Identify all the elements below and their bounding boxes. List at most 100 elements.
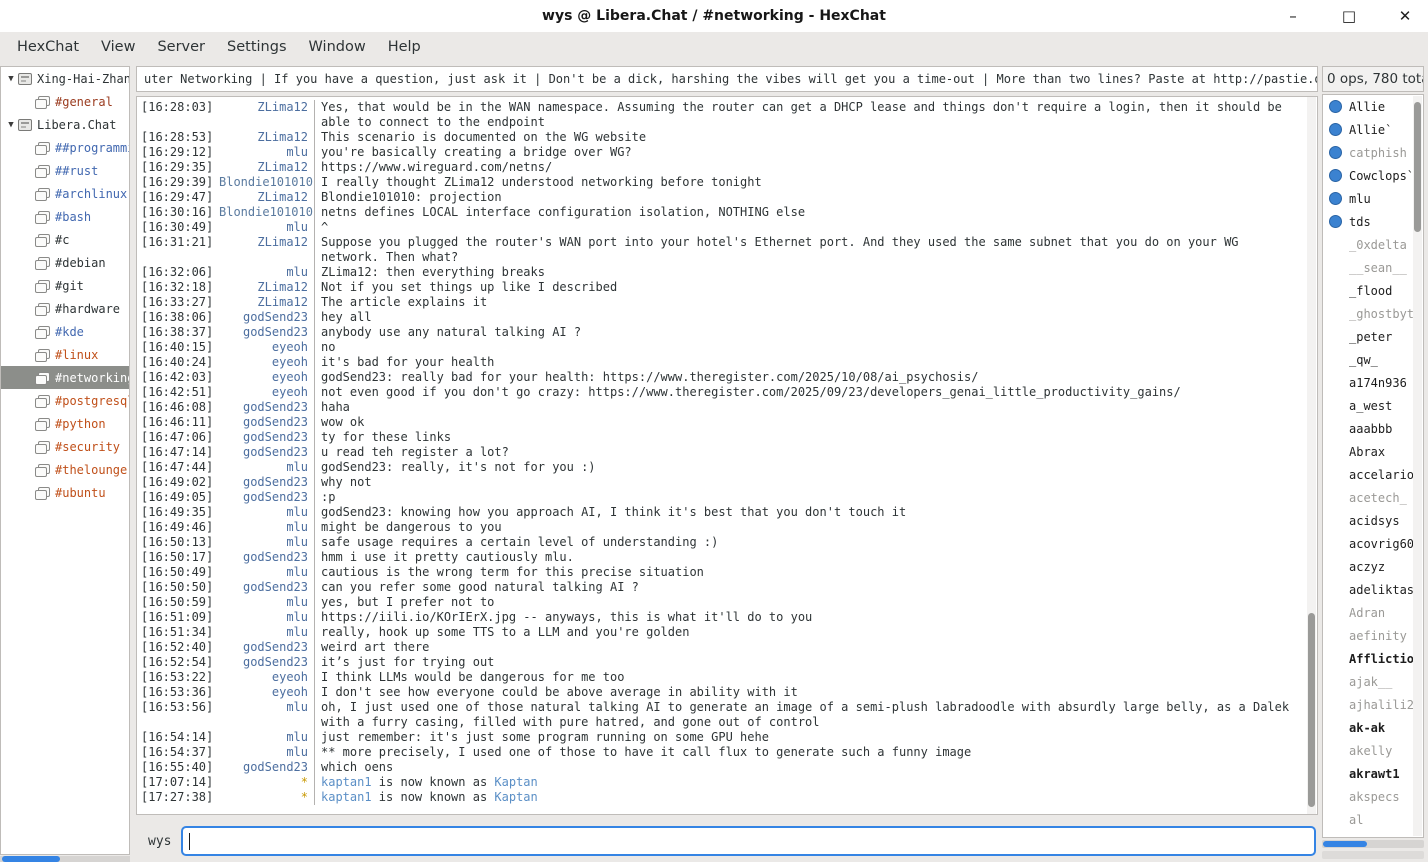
sidebar-item-thelounge[interactable]: #thelounge bbox=[1, 458, 129, 481]
sidebar-item-linux[interactable]: #linux bbox=[1, 343, 129, 366]
nick[interactable]: mlu bbox=[219, 700, 314, 715]
sidebar-item-debian[interactable]: #debian bbox=[1, 251, 129, 274]
nick-link[interactable]: kaptan1 bbox=[321, 790, 372, 804]
user-list-item[interactable]: Cowclops` bbox=[1323, 164, 1423, 187]
user-list-item[interactable]: aaabbb bbox=[1323, 417, 1423, 440]
topic-bar[interactable]: uter Networking | If you have a question… bbox=[136, 66, 1318, 92]
nick[interactable]: mlu bbox=[219, 730, 314, 745]
sidebar-item-kde[interactable]: #kde bbox=[1, 320, 129, 343]
user-list-item[interactable]: akrawt1 bbox=[1323, 762, 1423, 785]
nick[interactable]: ZLima12 bbox=[219, 235, 314, 250]
close-icon[interactable]: ✕ bbox=[1390, 3, 1420, 29]
expander-icon[interactable]: ▼ bbox=[4, 74, 18, 84]
nick[interactable]: godSend23 bbox=[219, 640, 314, 655]
sidebar-item-programming[interactable]: ##programming bbox=[1, 136, 129, 159]
sidebar-item-bash[interactable]: #bash bbox=[1, 205, 129, 228]
user-list-item[interactable]: Adran bbox=[1323, 601, 1423, 624]
user-list-item[interactable]: akelly bbox=[1323, 739, 1423, 762]
nick[interactable]: godSend23 bbox=[219, 475, 314, 490]
nick[interactable]: mlu bbox=[219, 505, 314, 520]
menu-settings[interactable]: Settings bbox=[216, 35, 297, 59]
nick[interactable]: godSend23 bbox=[219, 445, 314, 460]
user-list-item[interactable]: _0xdelta bbox=[1323, 233, 1423, 256]
nick[interactable]: godSend23 bbox=[219, 655, 314, 670]
user-list-item[interactable]: __sean__ bbox=[1323, 256, 1423, 279]
user-list-item[interactable]: aefinity bbox=[1323, 624, 1423, 647]
user-list-item[interactable]: adeliktas bbox=[1323, 578, 1423, 601]
sidebar-item-ubuntu[interactable]: #ubuntu bbox=[1, 481, 129, 504]
user-list-item[interactable]: al bbox=[1323, 808, 1423, 831]
user-list-item[interactable]: _qw_ bbox=[1323, 348, 1423, 371]
nick[interactable]: mlu bbox=[219, 520, 314, 535]
user-list-item[interactable]: Allie bbox=[1323, 95, 1423, 118]
user-list-item[interactable]: akspecs bbox=[1323, 785, 1423, 808]
menu-window[interactable]: Window bbox=[298, 35, 377, 59]
title-bar[interactable]: wys @ Libera.Chat / #networking - HexCha… bbox=[0, 0, 1428, 32]
nick[interactable]: godSend23 bbox=[219, 415, 314, 430]
user-list-item[interactable]: _flood bbox=[1323, 279, 1423, 302]
nick[interactable]: * bbox=[219, 790, 314, 805]
nick[interactable]: ZLima12 bbox=[219, 280, 314, 295]
nick[interactable]: eyeoh bbox=[219, 355, 314, 370]
sidebar-hscroll-thumb[interactable] bbox=[2, 856, 60, 862]
user-list-item[interactable]: _peter bbox=[1323, 325, 1423, 348]
nick[interactable]: godSend23 bbox=[219, 400, 314, 415]
nick[interactable]: mlu bbox=[219, 745, 314, 760]
user-list-item[interactable]: ajhalili2 bbox=[1323, 693, 1423, 716]
nick[interactable]: godSend23 bbox=[219, 490, 314, 505]
nick-link[interactable]: kaptan1 bbox=[321, 775, 372, 789]
nick[interactable]: mlu bbox=[219, 220, 314, 235]
nick[interactable]: ZLima12 bbox=[219, 295, 314, 310]
nick[interactable]: mlu bbox=[219, 610, 314, 625]
menu-server[interactable]: Server bbox=[146, 35, 216, 59]
userlist-hscrollbar[interactable] bbox=[1322, 840, 1424, 848]
userlist-hscrollbar-trough[interactable] bbox=[1322, 851, 1424, 859]
sidebar-item-rust[interactable]: ##rust bbox=[1, 159, 129, 182]
user-list-item[interactable]: Afflictio bbox=[1323, 647, 1423, 670]
user-list-item[interactable]: mlu bbox=[1323, 187, 1423, 210]
nick[interactable]: godSend23 bbox=[219, 580, 314, 595]
sidebar-item-general[interactable]: #general bbox=[1, 90, 129, 113]
nick[interactable]: Blondie101010 bbox=[219, 175, 314, 190]
nick[interactable]: mlu bbox=[219, 145, 314, 160]
sidebar-item-git[interactable]: #git bbox=[1, 274, 129, 297]
nick[interactable]: Blondie101010 bbox=[219, 205, 314, 220]
nick[interactable]: eyeoh bbox=[219, 340, 314, 355]
nick[interactable]: ZLima12 bbox=[219, 190, 314, 205]
user-list-item[interactable]: accelario bbox=[1323, 463, 1423, 486]
nick[interactable]: ZLima12 bbox=[219, 130, 314, 145]
user-list-item[interactable]: acovrig60 bbox=[1323, 532, 1423, 555]
nick[interactable]: godSend23 bbox=[219, 310, 314, 325]
expander-icon[interactable]: ▼ bbox=[4, 120, 18, 130]
nick-link[interactable]: Kaptan bbox=[494, 775, 537, 789]
nick[interactable]: ZLima12 bbox=[219, 100, 314, 115]
nick[interactable]: eyeoh bbox=[219, 685, 314, 700]
nick[interactable]: mlu bbox=[219, 625, 314, 640]
message-input[interactable] bbox=[181, 826, 1316, 856]
sidebar-hscrollbar[interactable] bbox=[0, 856, 130, 862]
sidebar-item-postgresql[interactable]: #postgresql bbox=[1, 389, 129, 412]
user-list-item[interactable]: ak-ak bbox=[1323, 716, 1423, 739]
nick[interactable]: mlu bbox=[219, 565, 314, 580]
user-list-item[interactable]: catphish bbox=[1323, 141, 1423, 164]
sidebar-item-python[interactable]: #python bbox=[1, 412, 129, 435]
nick[interactable]: godSend23 bbox=[219, 760, 314, 775]
user-list-item[interactable]: Abrax bbox=[1323, 440, 1423, 463]
menu-help[interactable]: Help bbox=[377, 35, 432, 59]
user-list-item[interactable]: _ghostbyt bbox=[1323, 302, 1423, 325]
userlist-scrollbar-thumb[interactable] bbox=[1414, 102, 1421, 232]
nick[interactable]: mlu bbox=[219, 265, 314, 280]
nick[interactable]: eyeoh bbox=[219, 370, 314, 385]
sidebar-item-archlinux[interactable]: #archlinux bbox=[1, 182, 129, 205]
nick[interactable]: eyeoh bbox=[219, 670, 314, 685]
sidebar-item-security[interactable]: #security bbox=[1, 435, 129, 458]
nick[interactable]: ZLima12 bbox=[219, 160, 314, 175]
userlist-hscroll-thumb[interactable] bbox=[1323, 841, 1367, 847]
nick[interactable]: * bbox=[219, 775, 314, 790]
user-list-item[interactable]: acetech_ bbox=[1323, 486, 1423, 509]
sidebar-item-hardware[interactable]: #hardware bbox=[1, 297, 129, 320]
chat-scrollbar[interactable] bbox=[1307, 97, 1316, 814]
menu-view[interactable]: View bbox=[90, 35, 146, 59]
maximize-icon[interactable]: □ bbox=[1334, 3, 1364, 29]
sidebar-item-libera-chat[interactable]: ▼Libera.Chat bbox=[1, 113, 129, 136]
